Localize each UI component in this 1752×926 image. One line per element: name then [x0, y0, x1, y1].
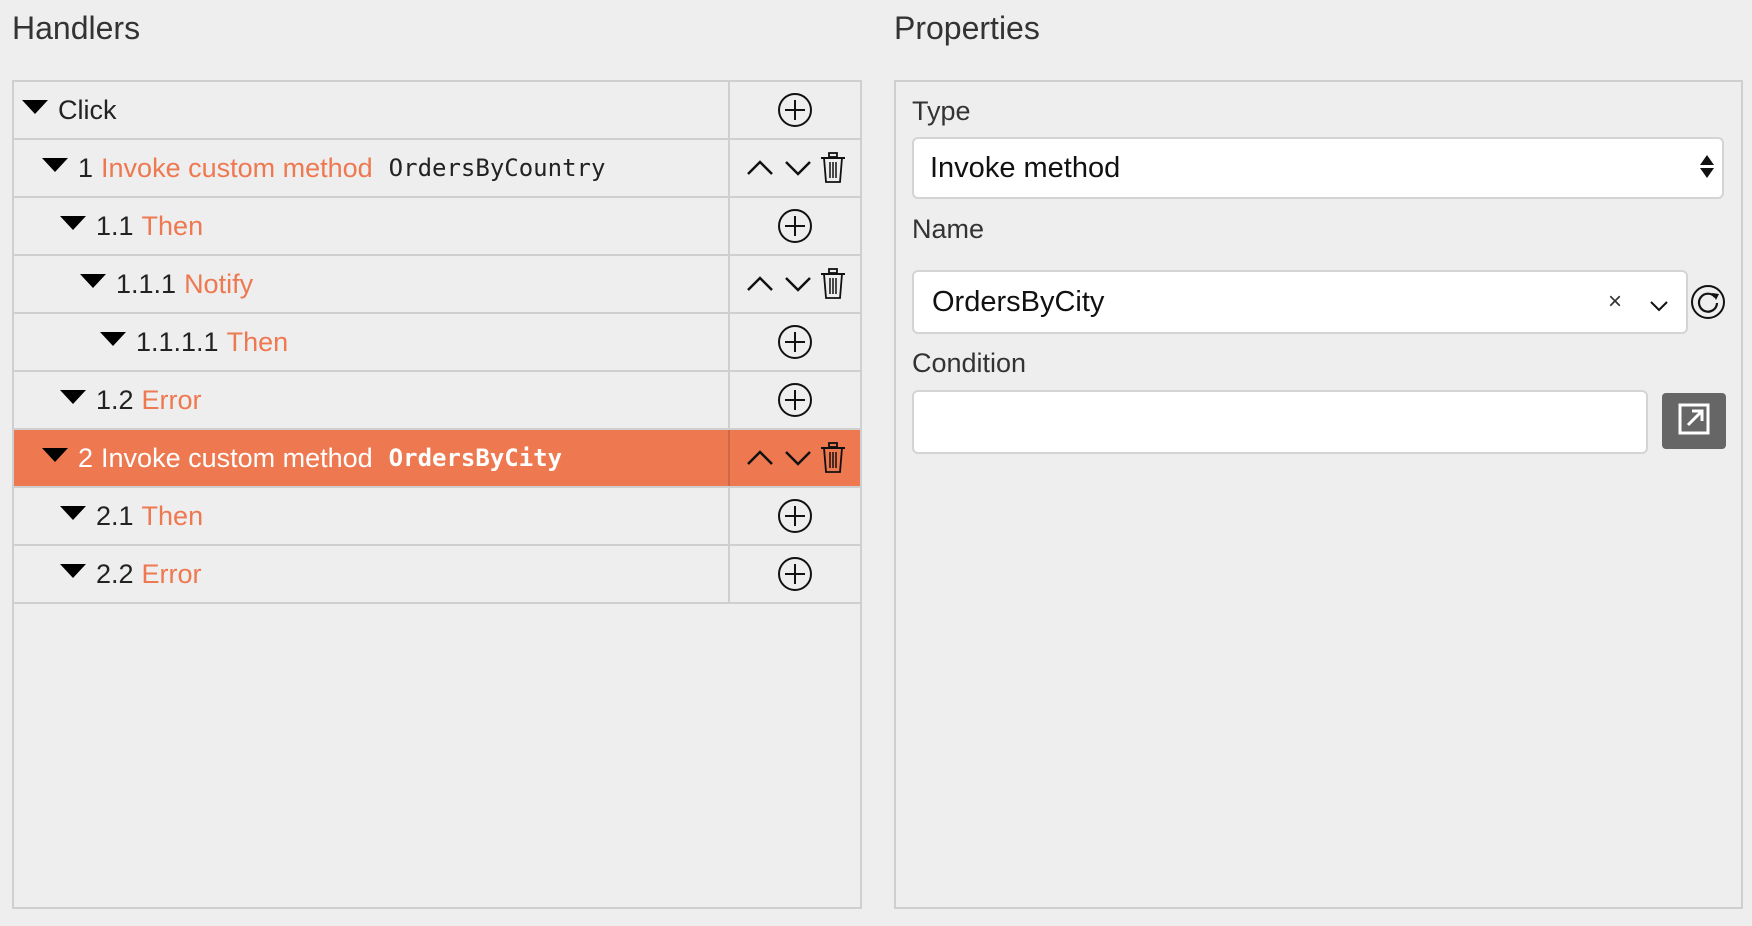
row-number: 1.1.1.1 — [136, 326, 219, 357]
tree-row-2-2[interactable]: 2.2 Error — [14, 546, 860, 604]
row-number: 2.1 — [96, 500, 134, 531]
row-number: 1.1.1 — [116, 268, 177, 299]
caret-down-icon[interactable] — [42, 158, 68, 172]
tree-row-1-1[interactable]: 1.1 Then — [14, 198, 860, 256]
caret-down-icon[interactable] — [60, 564, 86, 578]
chevron-up-icon[interactable] — [744, 152, 776, 184]
trash-icon[interactable] — [820, 442, 846, 474]
tree-row-click[interactable]: Click — [14, 82, 860, 140]
action-label: Then — [141, 500, 204, 531]
action-label: Notify — [184, 268, 254, 299]
condition-input[interactable] — [912, 390, 1648, 454]
row-number: 2.2 — [96, 558, 134, 589]
chevron-up-icon[interactable] — [744, 268, 776, 300]
action-label: Error — [141, 384, 202, 415]
type-select-value: Invoke method — [930, 151, 1121, 184]
plus-circle-icon[interactable] — [777, 324, 813, 360]
type-label: Type — [912, 96, 971, 126]
chevron-down-icon[interactable] — [1648, 292, 1670, 325]
chevron-up-icon[interactable] — [744, 442, 776, 474]
chevron-down-icon[interactable] — [782, 442, 814, 474]
type-select[interactable]: Invoke method — [912, 137, 1724, 199]
tree-row-1-1-1-1[interactable]: 1.1.1.1 Then — [14, 314, 860, 372]
properties-panel: Type Invoke method Name OrdersByCity × C… — [894, 80, 1743, 909]
action-label: Invoke custom method — [101, 152, 373, 183]
plus-circle-icon[interactable] — [777, 556, 813, 592]
chevron-down-icon[interactable] — [782, 152, 814, 184]
action-label: Invoke custom method — [101, 442, 373, 473]
chevron-down-icon[interactable] — [782, 268, 814, 300]
plus-circle-icon[interactable] — [777, 92, 813, 128]
trash-icon[interactable] — [820, 268, 846, 300]
tree-row-1[interactable]: 1 Invoke custom method OrdersByCountry — [14, 140, 860, 198]
tree-row-1-2[interactable]: 1.2 Error — [14, 372, 860, 430]
event-label: Click — [58, 94, 117, 125]
plus-circle-icon[interactable] — [777, 208, 813, 244]
open-external-icon — [1677, 402, 1711, 441]
open-editor-button[interactable] — [1662, 393, 1726, 449]
select-arrows-icon — [1700, 155, 1714, 178]
action-label: Error — [141, 558, 202, 589]
tree-row-2-1[interactable]: 2.1 Then — [14, 488, 860, 546]
trash-icon[interactable] — [820, 152, 846, 184]
action-label: Then — [141, 210, 204, 241]
condition-label: Condition — [912, 348, 1027, 378]
tree-row-2-selected[interactable]: 2 Invoke custom method OrdersByCity — [14, 430, 860, 488]
method-name: OrdersByCity — [388, 444, 563, 472]
method-name: OrdersByCountry — [388, 154, 606, 182]
handlers-title: Handlers — [12, 10, 141, 46]
name-combobox-value: OrdersByCity — [932, 285, 1105, 318]
caret-down-icon[interactable] — [100, 332, 126, 346]
properties-title: Properties — [894, 10, 1040, 46]
row-number: 1 — [78, 152, 94, 183]
caret-down-icon[interactable] — [22, 100, 48, 114]
action-label: Then — [226, 326, 289, 357]
refresh-icon[interactable] — [1690, 284, 1726, 320]
plus-circle-icon[interactable] — [777, 498, 813, 534]
caret-down-icon[interactable] — [60, 390, 86, 404]
row-number: 1.1 — [96, 210, 134, 241]
clear-icon[interactable]: × — [1608, 288, 1622, 316]
name-combobox[interactable]: OrdersByCity × — [912, 270, 1688, 334]
tree-row-1-1-1[interactable]: 1.1.1 Notify — [14, 256, 860, 314]
name-label: Name — [912, 214, 985, 244]
handlers-tree: Click 1 Invoke custom method OrdersByCou… — [12, 80, 862, 909]
caret-down-icon[interactable] — [42, 448, 68, 462]
row-number: 2 — [78, 442, 94, 473]
plus-circle-icon[interactable] — [777, 382, 813, 418]
caret-down-icon[interactable] — [60, 216, 86, 230]
row-number: 1.2 — [96, 384, 134, 415]
caret-down-icon[interactable] — [80, 274, 106, 288]
caret-down-icon[interactable] — [60, 506, 86, 520]
